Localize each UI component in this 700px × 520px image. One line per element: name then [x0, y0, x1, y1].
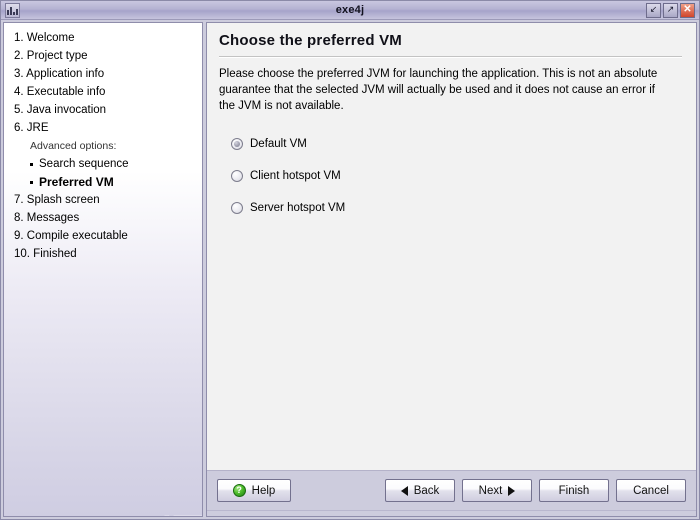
wizard-button-bar: ? Help Back Next Finish Cancel [207, 470, 696, 510]
back-button[interactable]: Back [385, 479, 455, 502]
sidebar-step-item[interactable]: 1. Welcome [4, 29, 202, 47]
window-title: exe4j [335, 4, 365, 16]
preferred-vm-radio-group: Default VM Client hotspot VM Server hotspo… [231, 138, 682, 214]
help-button-label: Help [251, 484, 276, 497]
arrow-right-icon [508, 485, 516, 496]
sidebar-step-item[interactable]: 7. Splash screen [4, 191, 202, 209]
help-button[interactable]: ? Help [217, 479, 291, 502]
sidebar-step-item[interactable]: 6. JRE [4, 119, 202, 137]
next-button[interactable]: Next [462, 479, 532, 502]
bullet-icon [30, 162, 33, 166]
radio-option-1[interactable]: Default VM [231, 138, 682, 150]
sidebar-step-item[interactable]: 5. Java invocation [4, 101, 202, 119]
radio-option-2[interactable]: Client hotspot VM [231, 170, 682, 182]
sidebar-step-item[interactable]: 4. Executable info [4, 83, 202, 101]
next-button-label: Next [478, 484, 503, 497]
sidebar-subsection-heading: Advanced options: [30, 140, 117, 152]
sidebar-substep-item-current[interactable]: Preferred VM [4, 173, 202, 191]
finish-button[interactable]: Finish [539, 479, 609, 502]
sidebar-substep-label: Preferred VM [39, 175, 114, 189]
status-strip [207, 510, 696, 516]
radio-option-label: Client hotspot VM [250, 170, 341, 182]
application-window: exe4j ↙ ↗ ✕ 1. Welcome 2. Project type 3. … [0, 0, 700, 520]
page-description: Please choose the preferred JVM for laun… [219, 68, 658, 112]
close-icon[interactable]: ✕ [680, 2, 695, 18]
content-main: Choose the preferred VM Please choose th… [207, 23, 696, 470]
title-bar: exe4j ↙ ↗ ✕ [1, 1, 699, 20]
wizard-step-sidebar: 1. Welcome 2. Project type 3. Application … [3, 22, 203, 517]
exe4j-watermark-logo: exe4j [155, 512, 202, 516]
radio-button-icon[interactable] [231, 138, 243, 150]
cancel-button[interactable]: Cancel [616, 479, 686, 502]
question-mark-icon: ? [232, 484, 246, 497]
minimize-icon[interactable]: ↙ [646, 2, 661, 18]
radio-button-icon[interactable] [231, 170, 243, 182]
sidebar-step-item[interactable]: 3. Application info [4, 65, 202, 83]
sidebar-substep-item[interactable]: Search sequence [4, 155, 202, 173]
sidebar-substep-label: Search sequence [39, 158, 129, 170]
radio-option-label: Server hotspot VM [250, 202, 346, 214]
navigation-buttons: Back Next Finish Cancel [385, 479, 686, 502]
sidebar-step-item[interactable]: 9. Compile executable [4, 227, 202, 245]
wizard-step-list: 1. Welcome 2. Project type 3. Application … [4, 29, 202, 263]
heading-divider [219, 56, 682, 58]
content-panel: Choose the preferred VM Please choose th… [206, 22, 697, 517]
arrow-left-icon [400, 485, 408, 496]
bullet-icon [30, 180, 33, 184]
radio-option-label: Default VM [250, 138, 307, 150]
page-title: Choose the preferred VM [219, 32, 402, 49]
sidebar-step-item[interactable]: 8. Messages [4, 209, 202, 227]
sidebar-step-item[interactable]: 2. Project type [4, 47, 202, 65]
back-button-label: Back [413, 484, 440, 497]
radio-option-3[interactable]: Server hotspot VM [231, 202, 682, 214]
chart-app-icon [5, 2, 20, 18]
window-controls: ↙ ↗ ✕ [646, 2, 697, 18]
window-body: 1. Welcome 2. Project type 3. Application … [1, 20, 699, 519]
maximize-icon[interactable]: ↗ [663, 2, 678, 18]
radio-button-icon[interactable] [231, 202, 243, 214]
sidebar-step-item[interactable]: 10. Finished [4, 245, 202, 263]
